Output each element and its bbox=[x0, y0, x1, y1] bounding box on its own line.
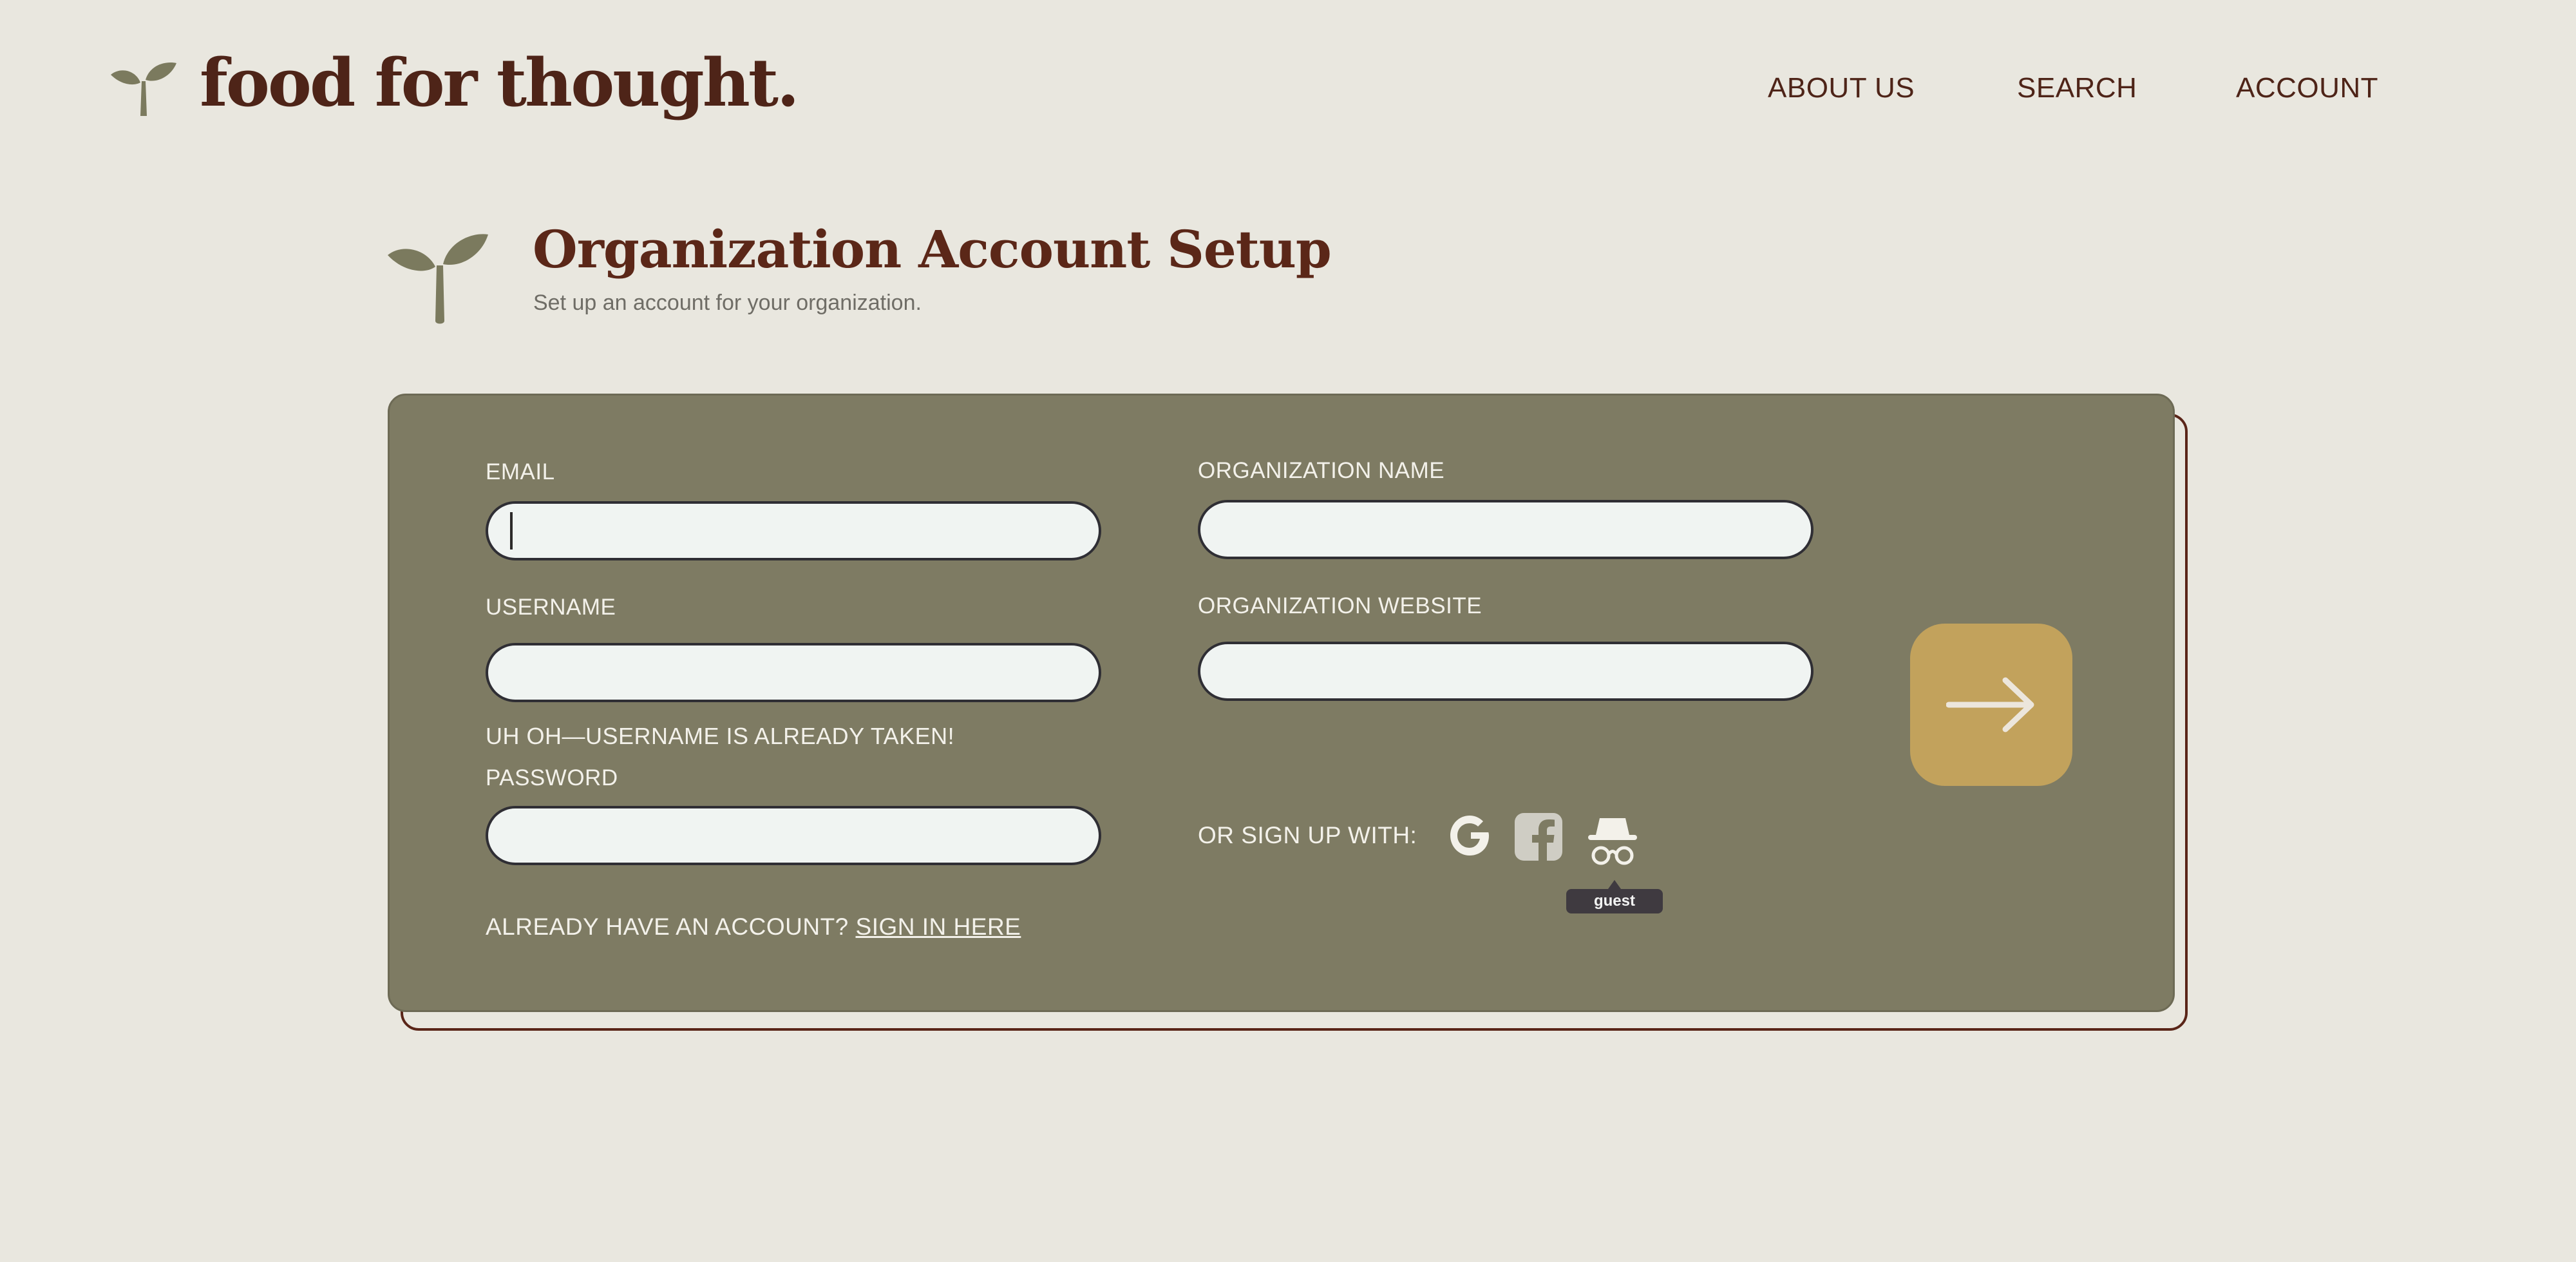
page-title: Organization Account Setup bbox=[533, 219, 1332, 280]
username-field[interactable] bbox=[486, 643, 1101, 702]
organization-website-field[interactable] bbox=[1198, 642, 1814, 701]
brand-logo-text[interactable]: food for thought. bbox=[200, 50, 800, 116]
submit-next-button[interactable] bbox=[1910, 624, 2072, 786]
nav-search[interactable]: SEARCH bbox=[2017, 72, 2137, 104]
signin-prompt-text: ALREADY HAVE AN ACCOUNT? bbox=[486, 913, 849, 940]
password-field[interactable] bbox=[486, 806, 1101, 865]
username-error-message: UH OH—USERNAME IS ALREADY TAKEN! bbox=[486, 723, 955, 749]
page-subtitle: Set up an account for your organization. bbox=[533, 291, 922, 315]
signin-link[interactable]: SIGN IN HERE bbox=[856, 913, 1021, 940]
sprout-icon bbox=[388, 234, 488, 324]
organization-name-field[interactable] bbox=[1198, 500, 1814, 559]
username-label: USERNAME bbox=[486, 595, 616, 620]
email-label: EMAIL bbox=[486, 459, 555, 484]
email-field[interactable] bbox=[486, 501, 1101, 560]
nav-account[interactable]: ACCOUNT bbox=[2236, 72, 2378, 104]
facebook-icon[interactable] bbox=[1515, 813, 1562, 861]
google-icon[interactable] bbox=[1448, 813, 1493, 858]
arrow-right-icon bbox=[1946, 677, 2034, 732]
sprout-logo-icon bbox=[111, 62, 176, 116]
guest-tooltip: guest bbox=[1566, 889, 1663, 913]
organization-name-label: ORGANIZATION NAME bbox=[1198, 458, 1445, 483]
nav-about-us[interactable]: ABOUT US bbox=[1768, 72, 1915, 104]
social-signup-label: OR SIGN UP WITH: bbox=[1198, 822, 1417, 848]
organization-website-label: ORGANIZATION WEBSITE bbox=[1198, 593, 1482, 618]
password-label: PASSWORD bbox=[486, 765, 618, 790]
text-caret bbox=[510, 512, 513, 550]
signin-prompt: ALREADY HAVE AN ACCOUNT? SIGN IN HERE bbox=[486, 913, 1021, 941]
tooltip-arrow bbox=[1608, 880, 1621, 889]
guest-incognito-icon[interactable] bbox=[1586, 813, 1640, 870]
